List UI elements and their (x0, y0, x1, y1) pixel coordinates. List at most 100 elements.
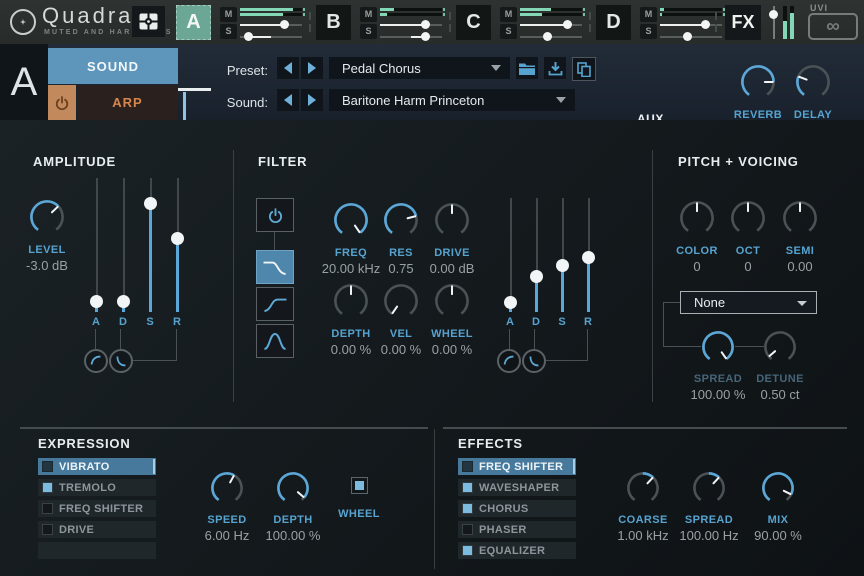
sound-select[interactable]: Baritone Harm Princeton (329, 89, 575, 111)
unison-mode-select[interactable]: None (680, 291, 817, 314)
layer-d-mute-button[interactable]: M (640, 7, 657, 22)
filter-attack-slider[interactable] (504, 198, 517, 312)
preset-save-button[interactable] (544, 57, 566, 79)
filter-depth-knob[interactable] (333, 283, 369, 324)
expression-speed-knob[interactable] (210, 471, 244, 510)
tab-arp[interactable]: ARP (77, 85, 178, 120)
enable-checkbox[interactable] (42, 461, 53, 472)
layer-c-pan-slider[interactable] (520, 32, 582, 41)
layer-a-volume-slider[interactable] (240, 20, 302, 29)
filter-sustain-slider[interactable] (556, 198, 569, 312)
preset-copy-button[interactable] (572, 57, 596, 81)
layer-tab-a[interactable]: A (176, 5, 211, 40)
expression-wheel-checkbox[interactable] (351, 477, 368, 494)
filter-type-highpass-button[interactable] (256, 287, 294, 321)
layer-a-mute-button[interactable]: M (220, 7, 237, 22)
amp-release-slider[interactable] (171, 178, 184, 312)
list-item-waveshaper[interactable]: WAVESHAPER (458, 479, 576, 496)
list-item-phaser[interactable]: PHASER (458, 521, 576, 538)
expression-depth-knob[interactable] (276, 471, 310, 510)
master-volume-slider[interactable] (767, 6, 780, 39)
layer-d-solo-button[interactable]: S (640, 24, 657, 39)
layer-c-solo-button[interactable]: S (500, 24, 517, 39)
amp-attack-slider[interactable] (90, 178, 103, 312)
enable-checkbox[interactable] (42, 524, 53, 535)
voicing-spread-knob[interactable] (701, 330, 735, 369)
enable-checkbox[interactable] (42, 482, 53, 493)
expression-list: VIBRATO TREMOLO FREQ SHIFTER DRIVE (38, 458, 156, 563)
amp-sustain-slider[interactable] (144, 178, 157, 312)
delay-send-knob[interactable] (795, 64, 831, 105)
preset-browser-button[interactable] (516, 57, 538, 79)
layer-tab-c[interactable]: C (456, 5, 491, 40)
list-item-freq-shifter[interactable]: FREQ SHIFTER (38, 500, 156, 517)
list-item-freq-shifter[interactable]: FREQ SHIFTER (458, 458, 576, 475)
preset-prev-button[interactable] (277, 57, 299, 79)
layer-b-solo-button[interactable]: S (360, 24, 377, 39)
filter-release-slider[interactable] (582, 198, 595, 312)
layer-b-volume-slider[interactable] (380, 20, 442, 29)
layer-d-pan-slider[interactable] (660, 32, 722, 41)
enable-checkbox[interactable] (462, 461, 473, 472)
layer-c-volume-slider[interactable] (520, 20, 582, 29)
pitch-color-knob[interactable] (679, 200, 715, 241)
layer-tab-b[interactable]: B (316, 5, 351, 40)
filter-wheel-knob[interactable] (434, 283, 470, 324)
effects-spread-knob[interactable] (692, 471, 726, 510)
enable-checkbox[interactable] (42, 503, 53, 514)
quadra-plugin-window: Quadra MUTED AND HARMONICS A M S B M S (0, 0, 864, 576)
filter-type-bandpass-button[interactable] (256, 324, 294, 358)
list-item-equalizer[interactable]: EQUALIZER (458, 542, 576, 559)
filter-freq-knob[interactable] (333, 202, 369, 243)
layer-b-pan-slider[interactable] (380, 32, 442, 41)
filter-type-lowpass-button[interactable] (256, 250, 294, 284)
enable-checkbox[interactable] (462, 503, 473, 514)
fx-tab[interactable]: FX (725, 5, 761, 40)
filter-power-button[interactable] (256, 198, 294, 232)
effects-mix-knob[interactable] (761, 471, 795, 510)
filter-attack-curve-knob[interactable] (497, 349, 521, 373)
list-item-vibrato[interactable]: VIBRATO (38, 458, 156, 475)
connector-line (663, 302, 680, 303)
preset-select[interactable]: Pedal Chorus (329, 57, 510, 79)
level-knob[interactable] (29, 199, 65, 240)
pitch-oct-knob[interactable] (730, 200, 766, 241)
list-item-drive[interactable]: DRIVE (38, 521, 156, 538)
layer-d-volume-slider[interactable] (660, 20, 722, 29)
sound-next-button[interactable] (301, 89, 323, 111)
layer-a-pan-slider[interactable] (240, 32, 302, 41)
voicing-detune-knob[interactable] (763, 330, 797, 369)
amp-decay-curve-knob[interactable] (109, 349, 133, 373)
amp-decay-slider[interactable] (117, 178, 130, 312)
pitch-semi-knob[interactable] (782, 200, 818, 241)
list-item-tremolo[interactable]: TREMOLO (38, 479, 156, 496)
checkbox-check (355, 481, 364, 490)
reverb-send-knob[interactable] (740, 64, 776, 105)
preset-next-button[interactable] (301, 57, 323, 79)
amp-attack-curve-knob[interactable] (84, 349, 108, 373)
effects-coarse-cell: COARSE 1.00 kHz (607, 471, 679, 543)
enable-checkbox[interactable] (462, 524, 473, 535)
layer-a-solo-button[interactable]: S (220, 24, 237, 39)
divider (434, 429, 435, 569)
filter-drive-knob[interactable] (434, 202, 470, 243)
filter-vel-knob[interactable] (383, 283, 419, 324)
right-arrow-icon (308, 94, 316, 106)
layer-b-mute-button[interactable]: M (360, 7, 377, 22)
effects-coarse-knob[interactable] (626, 471, 660, 510)
enable-checkbox[interactable] (462, 482, 473, 493)
enable-checkbox[interactable] (462, 545, 473, 556)
filter-decay-slider[interactable] (530, 198, 543, 312)
arp-power-button[interactable] (48, 85, 76, 120)
sound-prev-button[interactable] (277, 89, 299, 111)
layout-grid-button[interactable] (132, 6, 165, 37)
layer-c-mute-button[interactable]: M (500, 7, 517, 22)
tab-sound[interactable]: SOUND (48, 48, 178, 84)
expression-speed-label: SPEED (207, 514, 246, 526)
connector-line (120, 329, 121, 349)
layer-tab-d[interactable]: D (596, 5, 631, 40)
uvi-logo-icon[interactable]: ∞ (808, 13, 858, 40)
filter-res-knob[interactable] (383, 202, 419, 243)
filter-decay-curve-knob[interactable] (522, 349, 546, 373)
list-item-chorus[interactable]: CHORUS (458, 500, 576, 517)
